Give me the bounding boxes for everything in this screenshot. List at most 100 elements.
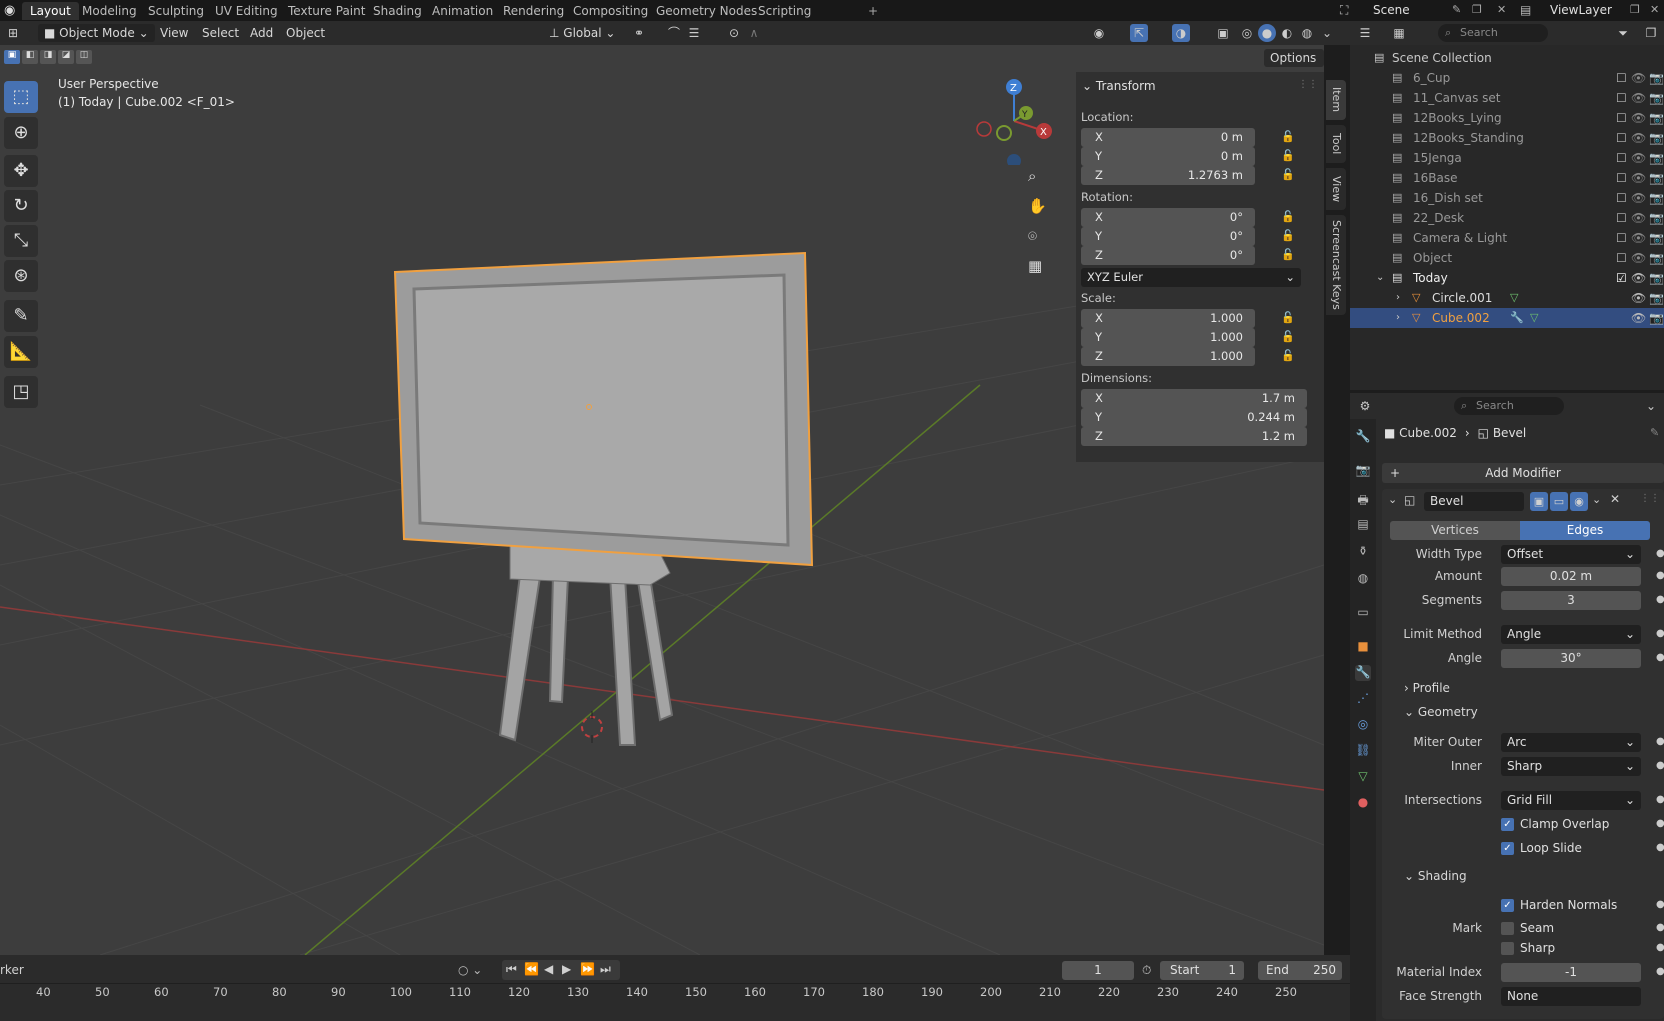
keyframe-dot-icon[interactable]: ● (1656, 548, 1664, 559)
jump-start-icon[interactable]: ⏮ (506, 962, 517, 977)
pin-icon[interactable]: ✎ (1452, 3, 1461, 16)
perspective-grid-icon[interactable]: ▦ (1028, 257, 1042, 275)
tab-shading[interactable]: Shading (365, 2, 430, 20)
camera-icon[interactable]: 📷 (1649, 228, 1664, 248)
properties-search-input[interactable]: ⌕ Search (1454, 397, 1564, 415)
eye-icon[interactable]: 👁 (1631, 88, 1646, 108)
add-workspace-icon[interactable]: + (860, 2, 886, 20)
outliner-object[interactable]: › ▽ Circle.001 ▽ 👁 📷 (1350, 288, 1664, 308)
camera-icon[interactable]: 📷 (1649, 68, 1664, 88)
select-extend-icon[interactable]: ◧ (22, 50, 38, 64)
camera-icon[interactable]: 📷 (1649, 288, 1664, 308)
new-scene-icon[interactable]: ❐ (1472, 3, 1482, 16)
modifier-menu-icon[interactable]: ⌄ (1592, 493, 1601, 506)
solid-shading-icon[interactable]: ● (1258, 24, 1276, 42)
lock-icon[interactable]: 🔓 (1281, 349, 1295, 363)
exclude-checkbox-icon[interactable]: ☐ (1616, 148, 1627, 168)
particles-tab-icon[interactable]: ⋰ (1355, 691, 1371, 707)
dimension-x-field[interactable]: X 1.7 m (1081, 389, 1307, 408)
stopwatch-icon[interactable]: ⏱ (1142, 963, 1151, 978)
exclude-checkbox-icon[interactable]: ☐ (1616, 208, 1627, 228)
exclude-checkbox-icon[interactable]: ☐ (1616, 248, 1627, 268)
add-cube-tool-icon[interactable]: ◳ (4, 376, 38, 408)
keyframe-dot-icon[interactable]: ● (1656, 736, 1664, 747)
modifier-tab-icon[interactable]: 🔧 (1355, 665, 1371, 681)
keyframe-dot-icon[interactable]: ● (1656, 966, 1664, 977)
lock-icon[interactable]: 🔓 (1281, 130, 1295, 144)
outliner-collection[interactable]: ▤ 22_Desk ☐ 👁 📷 (1350, 208, 1664, 228)
select-intersect-icon[interactable]: ◫ (76, 50, 92, 64)
pan-hand-icon[interactable]: ✋ (1028, 197, 1047, 215)
jump-end-icon[interactable]: ⏭ (600, 962, 611, 977)
move-tool-icon[interactable]: ✥ (4, 155, 38, 187)
menu-object[interactable]: Object (282, 24, 329, 42)
mark-sharp-checkbox[interactable]: Sharp (1501, 940, 1555, 956)
measure-tool-icon[interactable]: 📐 (4, 336, 38, 368)
tab-view[interactable]: View (1326, 168, 1346, 210)
select-invert-icon[interactable]: ◪ (58, 50, 74, 64)
proportional-edit-icon[interactable]: ⊙ (725, 24, 743, 42)
snap-target-icon[interactable]: ☰ (685, 24, 703, 42)
outliner[interactable]: ▤ Scene Collection ▤ 6_Cup ☐ 👁 📷 ▤ 11_Canvas se… (1350, 45, 1664, 390)
tab-rendering[interactable]: Rendering (495, 2, 572, 20)
rotation-x-field[interactable]: X 0° (1081, 208, 1255, 227)
material-shading-icon[interactable]: ◐ (1278, 24, 1296, 42)
eye-icon[interactable]: 👁 (1631, 288, 1646, 308)
chevron-down-icon[interactable]: ⌄ (1388, 493, 1397, 506)
new-view-layer-icon[interactable]: ❐ (1630, 3, 1640, 16)
new-collection-icon[interactable]: ❐ (1642, 24, 1660, 42)
tab-modeling[interactable]: Modeling (74, 2, 145, 20)
options-button[interactable]: Options ⌄ (1264, 49, 1324, 83)
zoom-icon[interactable]: ⌕ (1028, 167, 1036, 185)
harden-normals-checkbox[interactable]: ✓ Harden Normals (1501, 897, 1617, 913)
camera-icon[interactable]: 📷 (1649, 308, 1664, 328)
exclude-checkbox-icon[interactable]: ☐ (1616, 228, 1627, 248)
pivot-icon[interactable]: ⚭ (630, 24, 648, 42)
visibility-icon[interactable]: ◉ (1090, 24, 1108, 42)
eye-icon[interactable]: 👁 (1631, 188, 1646, 208)
scene-tab-icon[interactable]: ⚱ (1355, 544, 1371, 560)
tab-animation[interactable]: Animation (424, 2, 501, 20)
scale-x-field[interactable]: X 1.000 (1081, 309, 1255, 328)
exclude-checkbox-icon[interactable]: ☐ (1616, 128, 1627, 148)
camera-icon[interactable]: 📷 (1649, 148, 1664, 168)
timeline[interactable]: rker ○ ⌄ ⏮ ⏪ ◀ ▶ ⏩ ⏭ 1 ⏱ Start 1 End 250 4… (0, 955, 1350, 1021)
geometry-section[interactable]: ⌄ Geometry (1404, 705, 1478, 719)
rotate-tool-icon[interactable]: ↻ (4, 190, 38, 222)
transform-header[interactable]: ⌄ Transform (1082, 79, 1156, 93)
drag-handle-icon[interactable]: ⋮⋮ (1640, 493, 1660, 504)
location-x-field[interactable]: X 0 m (1081, 128, 1255, 147)
marker-menu[interactable]: rker (0, 963, 24, 977)
scale-z-field[interactable]: Z 1.000 (1081, 347, 1255, 366)
exclude-checkbox-icon[interactable]: ☐ (1616, 108, 1627, 128)
wireframe-shading-icon[interactable]: ◎ (1238, 24, 1256, 42)
snap-icon[interactable]: ⌒ (665, 24, 683, 42)
cursor-tool-icon[interactable]: ⊕ (4, 117, 38, 149)
eye-icon[interactable]: 👁 (1631, 68, 1646, 88)
eye-icon[interactable]: 👁 (1631, 208, 1646, 228)
filter-icon[interactable]: ⏷ (1614, 24, 1632, 42)
mesh-data-icon[interactable]: ▽ (1530, 308, 1538, 328)
mesh-data-icon[interactable]: ▽ (1510, 288, 1518, 308)
location-y-field[interactable]: Y 0 m (1081, 147, 1255, 166)
affect-edges-tab[interactable]: Edges (1520, 521, 1650, 540)
outliner-collection[interactable]: ▤ 16Base ☐ 👁 📷 (1350, 168, 1664, 188)
drag-handle-icon[interactable]: ⋮⋮ (1298, 79, 1318, 90)
keyframe-dot-icon[interactable]: ● (1656, 899, 1664, 910)
width-type-dropdown[interactable]: Offset ⌄ (1501, 545, 1641, 564)
end-frame-field[interactable]: End 250 (1258, 961, 1342, 980)
tab-uv-editing[interactable]: UV Editing (207, 2, 286, 20)
data-tab-icon[interactable]: ▽ (1355, 769, 1371, 785)
autokey-icon[interactable]: ○ ⌄ (458, 963, 482, 977)
camera-icon[interactable]: 📷 (1649, 108, 1664, 128)
keyframe-dot-icon[interactable]: ● (1656, 652, 1664, 663)
display-mode-icon[interactable]: ▦ (1390, 24, 1408, 42)
outliner-collection[interactable]: ▤ 16_Dish set ☐ 👁 📷 (1350, 188, 1664, 208)
delete-view-layer-icon[interactable]: ✕ (1650, 3, 1659, 16)
keyframe-dot-icon[interactable]: ● (1656, 942, 1664, 953)
tab-tool[interactable]: Tool (1326, 125, 1346, 163)
overlay-toggle-icon[interactable]: ◑ (1172, 24, 1190, 42)
clamp-overlap-checkbox[interactable]: ✓ Clamp Overlap (1501, 816, 1609, 832)
view-layer-name[interactable]: ViewLayer (1550, 3, 1612, 17)
tab-sculpting[interactable]: Sculpting (140, 2, 212, 20)
